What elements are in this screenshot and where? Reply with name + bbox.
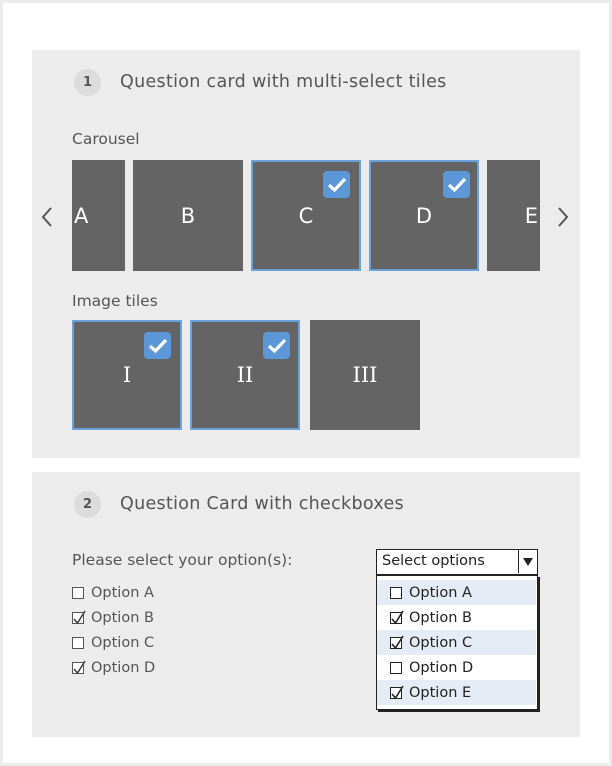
checkbox-icon[interactable] [72,587,84,599]
dropdown-option-label: Option D [409,659,474,676]
checkbox-option-b[interactable]: Option B [72,610,154,626]
tile-label: E [524,203,538,228]
card-title-checkboxes: Question Card with checkboxes [120,494,404,514]
checkbox-label: Option C [91,635,155,651]
carousel-label: Carousel [72,130,140,148]
dropdown-option-c[interactable]: Option C [377,630,536,655]
tile-label: A [74,203,89,228]
tile-label: II [236,363,254,387]
tile-label: III [352,363,378,387]
checkbox-icon[interactable] [72,660,86,675]
options-prompt: Please select your option(s): [72,551,293,569]
step-number-1: 1 [74,69,101,96]
dropdown-option-a[interactable]: Option A [377,580,536,605]
checkbox-icon[interactable] [390,586,402,599]
checkbox-option-a[interactable]: Option A [72,585,154,601]
checkbox-label: Option B [91,610,154,626]
dropdown-options-list: Option A Option B Option C Option D Opti… [376,575,538,710]
card-title-tiles: Question card with multi-select tiles [120,72,447,92]
dropdown-option-label: Option C [409,634,473,651]
checkbox-icon[interactable] [390,635,404,649]
dropdown-option-d[interactable]: Option D [377,655,536,680]
dropdown-option-label: Option B [409,609,472,626]
step-number-2: 2 [74,491,101,518]
checkmark-icon [263,332,290,359]
checkbox-icon[interactable] [72,610,86,625]
carousel-tile-e[interactable]: E [487,160,540,271]
checkbox-icon[interactable] [72,637,84,649]
tile-label: I [122,363,132,387]
tile-label: B [180,203,196,228]
checkbox-option-c[interactable]: Option C [72,635,154,651]
dropdown-option-label: Option E [409,684,472,701]
checkbox-label: Option A [91,585,154,601]
tile-label: C [298,203,314,228]
chevron-left-icon[interactable] [40,205,54,233]
image-tile-ii[interactable]: II [190,320,300,430]
carousel-tile-c[interactable]: C [251,160,361,271]
chevron-right-icon[interactable] [556,205,570,233]
select-options-dropdown[interactable]: Select options [376,549,538,575]
image-tile-iii[interactable]: III [310,320,420,430]
checkbox-option-d[interactable]: Option D [72,660,155,676]
image-tiles-label: Image tiles [72,292,158,310]
dropdown-option-label: Option A [409,584,472,601]
checkbox-icon[interactable] [390,610,404,624]
dropdown-placeholder: Select options [382,553,485,569]
carousel-tile-b[interactable]: B [133,160,243,271]
carousel-tile-d[interactable]: D [369,160,479,271]
checkbox-icon[interactable] [390,661,402,674]
image-tile-i[interactable]: I [72,320,182,430]
dropdown-option-b[interactable]: Option B [377,605,536,630]
checkmark-icon [144,332,171,359]
checkmark-icon [443,171,470,198]
checkbox-label: Option D [91,660,156,676]
tile-label: D [415,203,433,228]
checkmark-icon [323,171,350,198]
carousel-tile-a[interactable]: A [72,160,125,271]
checkbox-icon[interactable] [390,685,404,699]
dropdown-option-e[interactable]: Option E [377,680,536,705]
dropdown-arrow-icon[interactable] [518,550,537,573]
